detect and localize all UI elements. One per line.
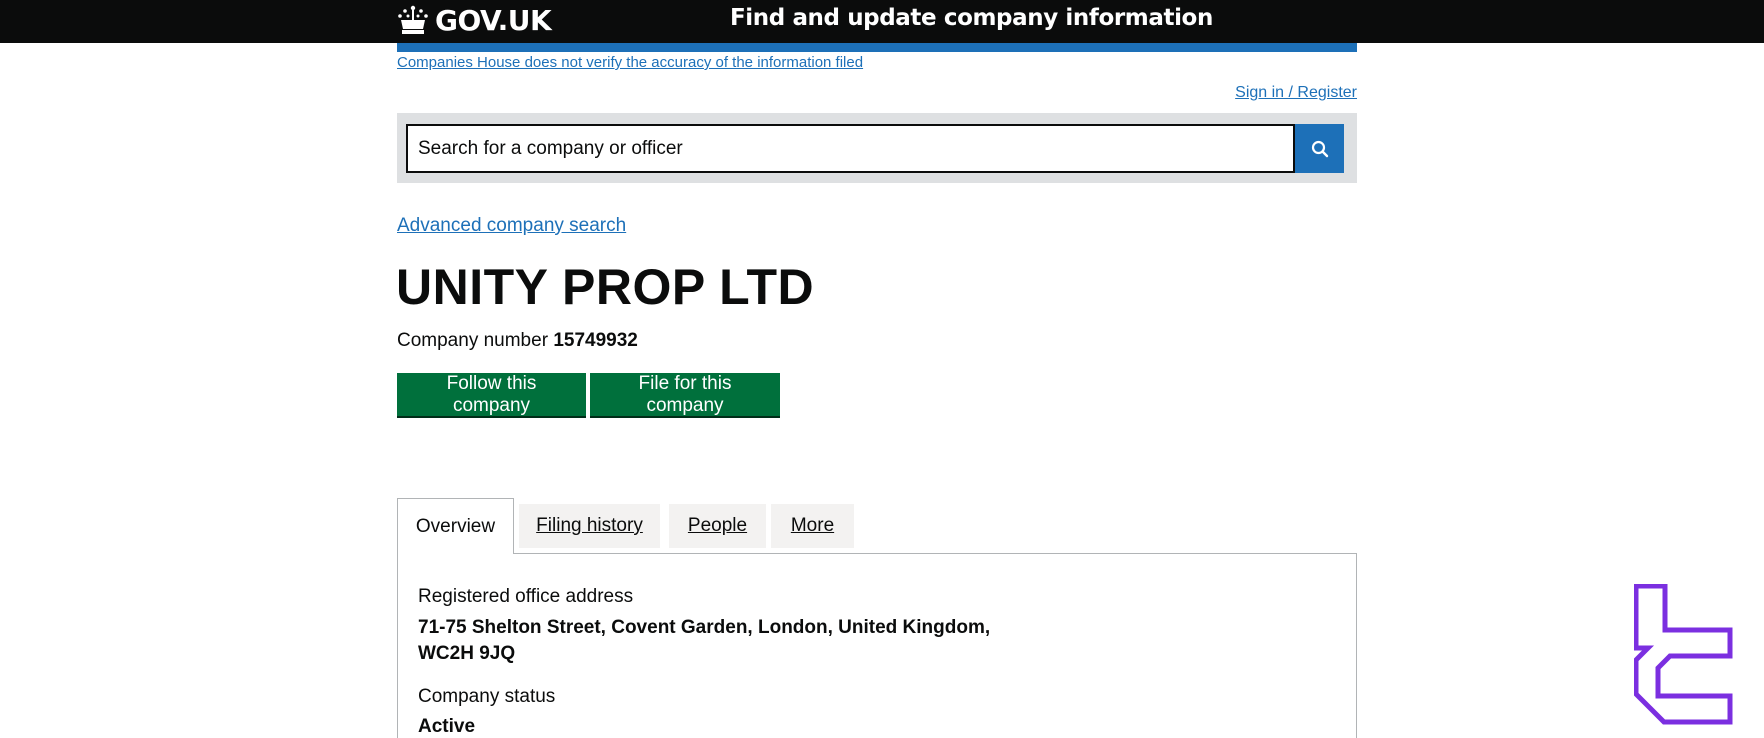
company-name-heading: UNITY PROP LTD [396,259,815,315]
tab-more[interactable]: More [771,504,854,548]
search-panel [397,113,1357,183]
company-number: Company number 15749932 [397,330,638,352]
crown-icon [398,5,428,34]
follow-company-button[interactable]: Follow this company [397,373,586,416]
tab-overview[interactable]: Overview [397,498,514,554]
accuracy-disclaimer-link[interactable]: Companies House does not verify the accu… [397,54,863,71]
overview-panel: Registered office address 71-75 Shelton … [397,553,1357,738]
company-number-value: 15749932 [553,330,638,351]
company-status-label: Company status [418,686,556,707]
search-icon [1311,140,1328,157]
registered-address-label: Registered office address [418,586,634,607]
tab-filing-history[interactable]: Filing history [519,504,660,548]
header-blue-rule [397,43,1357,52]
sign-in-register-link[interactable]: Sign in / Register [1235,84,1357,102]
service-name[interactable]: Find and update company information [730,5,1213,31]
govuk-logo-text: GOV.UK [435,3,552,37]
company-number-label: Company number [397,330,549,351]
company-status-value: Active [418,716,476,737]
registered-address-line1: 71-75 Shelton Street, Covent Garden, Lon… [418,617,991,638]
advanced-search-link[interactable]: Advanced company search [397,215,626,237]
registered-address-line2: WC2H 9JQ [418,643,516,664]
search-input[interactable] [406,124,1295,173]
tab-people[interactable]: People [669,504,766,548]
search-button[interactable] [1295,124,1344,173]
govuk-home-link[interactable]: GOV.UK [397,2,552,38]
file-for-company-button[interactable]: File for this company [590,373,780,416]
watermark-logo-icon [1634,584,1733,725]
govuk-header: GOV.UK Find and update company informati… [0,0,1764,43]
